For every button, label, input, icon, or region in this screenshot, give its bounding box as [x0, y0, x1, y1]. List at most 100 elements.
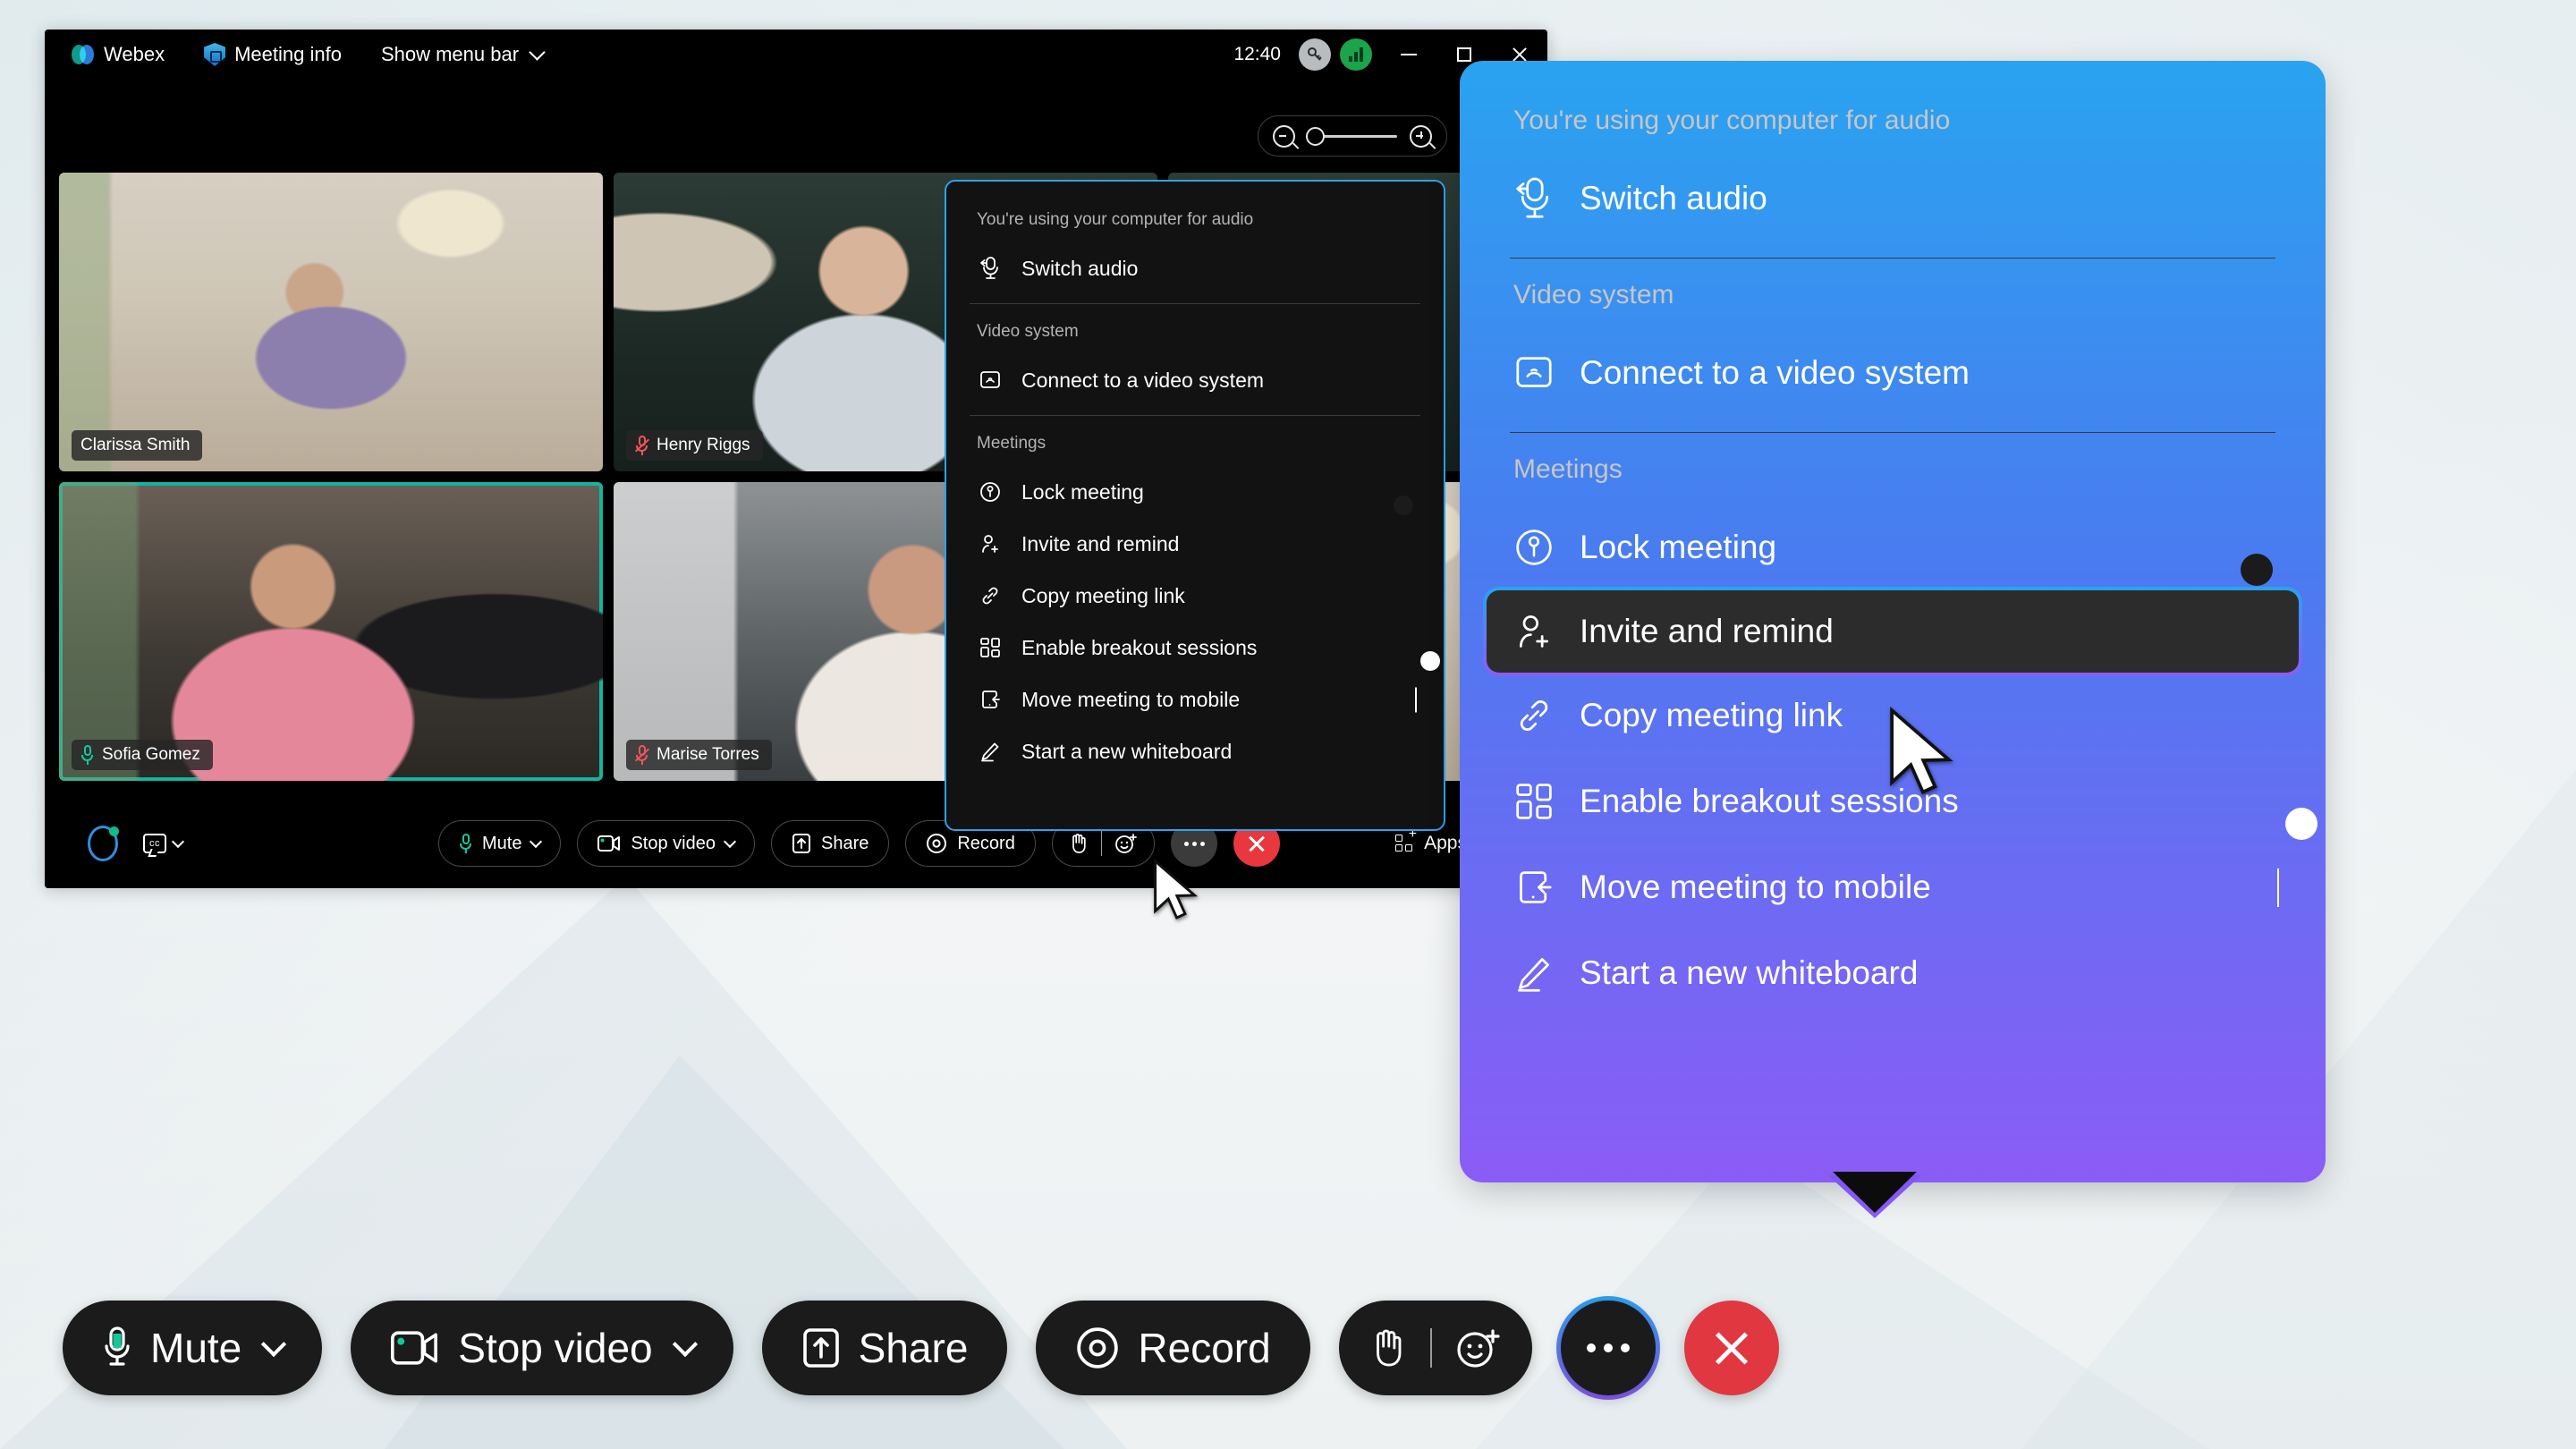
end-meeting-icon	[1247, 834, 1267, 853]
menu-item-copy-meeting-link[interactable]: Copy meeting link	[946, 570, 1444, 622]
raise-hand-icon[interactable]	[1369, 1326, 1407, 1370]
chevron-down-icon	[529, 44, 546, 61]
network-signal-icon[interactable]	[1340, 38, 1372, 71]
minimize-icon	[1401, 54, 1417, 55]
menu-item-lock-meeting[interactable]: Lock meeting	[946, 466, 1444, 518]
zoom-slider-thumb[interactable]	[1306, 126, 1325, 146]
zoom-slider[interactable]	[1306, 126, 1397, 146]
meetings-header: Meetings	[977, 434, 1046, 453]
closed-captions-button[interactable]: cc	[143, 834, 185, 853]
menu-item-invite-and-remind[interactable]: Invite and remind	[1483, 587, 2302, 676]
share-label: Share	[858, 1325, 969, 1371]
raise-hand-icon[interactable]	[1069, 833, 1089, 854]
reactions-group-large[interactable]	[1338, 1301, 1532, 1395]
participant-name-badge: Marise Torres	[626, 740, 772, 770]
webex-assistant-icon[interactable]	[88, 826, 119, 861]
mouse-cursor-small	[1154, 859, 1199, 920]
closed-captions-icon: cc	[143, 834, 166, 853]
pencil-whiteboard-icon	[977, 741, 1004, 762]
mute-label: Mute	[150, 1325, 242, 1371]
chevron-down-icon	[171, 835, 185, 849]
switch-audio-icon	[977, 257, 1004, 280]
share-screen-icon	[792, 834, 810, 853]
menu-item-label: Lock meeting	[1021, 479, 1144, 504]
apps-button[interactable]: Apps	[1395, 826, 1467, 854]
breakout-sessions-icon	[977, 637, 1004, 658]
link-icon	[1513, 696, 1555, 735]
chevron-down-icon[interactable]	[261, 1331, 287, 1358]
video-tile[interactable]: Sofia Gomez	[59, 482, 603, 781]
mute-button[interactable]: Mute	[438, 820, 562, 867]
microphone-icon	[80, 745, 94, 765]
invite-person-icon	[977, 533, 1004, 555]
divider	[1100, 831, 1103, 856]
zoom-in-icon[interactable]	[1410, 124, 1436, 150]
meeting-info-button[interactable]: Meeting info	[184, 37, 361, 72]
menu-item-connect-video-system[interactable]: Connect to a video system	[946, 354, 1444, 406]
menu-item-switch-audio[interactable]: Switch audio	[1463, 156, 2322, 242]
key-icon[interactable]	[1299, 38, 1331, 71]
record-icon	[927, 834, 947, 853]
menu-item-invite-and-remind[interactable]: Invite and remind	[946, 518, 1444, 570]
video-tile[interactable]: Clarissa Smith	[59, 173, 603, 471]
microphone-icon	[459, 834, 472, 853]
reactions-smiley-icon[interactable]	[1114, 833, 1138, 854]
menu-item-label: Lock meeting	[1580, 529, 1777, 565]
menu-item-move-meeting-to-mobile[interactable]: Move meeting to mobile	[946, 674, 1444, 725]
mobile-device-icon	[977, 689, 1004, 710]
more-options-menu-enlarged: You're using your computer for audio Swi…	[1460, 61, 2326, 1218]
chevron-down-icon[interactable]	[723, 835, 737, 849]
camera-icon	[391, 1331, 438, 1365]
more-options-button-large[interactable]	[1555, 1296, 1660, 1400]
switch-audio-icon	[1513, 177, 1555, 220]
callout-arrow	[1828, 1172, 1921, 1218]
stop-video-button-large[interactable]: Stop video	[351, 1301, 733, 1395]
show-menu-bar-label: Show menu bar	[380, 43, 520, 65]
menu-item-start-new-whiteboard[interactable]: Start a new whiteboard	[1463, 930, 2322, 1016]
chevron-right-icon	[2277, 869, 2279, 907]
menu-item-switch-audio[interactable]: Switch audio	[946, 242, 1444, 294]
menu-item-label: Connect to a video system	[1580, 354, 1970, 391]
camera-icon	[597, 835, 621, 852]
end-meeting-button-large[interactable]	[1683, 1301, 1779, 1395]
menu-item-label: Switch audio	[1021, 256, 1139, 280]
chevron-down-icon[interactable]	[530, 835, 543, 849]
zoom-out-icon[interactable]	[1273, 124, 1300, 150]
share-button-large[interactable]: Share	[761, 1301, 1008, 1395]
video-system-icon	[1513, 355, 1555, 391]
participant-name: Henry Riggs	[657, 436, 750, 454]
chevron-down-icon[interactable]	[672, 1331, 698, 1358]
more-options-menu-small: You're using your computer for audio Swi…	[945, 180, 1445, 831]
menu-item-label: Start a new whiteboard	[1021, 739, 1233, 763]
menu-item-enable-breakout-sessions[interactable]: Enable breakout sessions	[946, 622, 1444, 674]
menu-item-label: Enable breakout sessions	[1021, 635, 1258, 659]
record-label: Record	[957, 833, 1015, 853]
menu-item-label: Start a new whiteboard	[1580, 954, 1919, 991]
share-button[interactable]: Share	[770, 820, 890, 867]
mobile-device-icon	[1513, 868, 1555, 907]
menu-item-move-meeting-to-mobile[interactable]: Move meeting to mobile	[1463, 844, 2322, 930]
zoom-slider-control[interactable]	[1258, 115, 1447, 157]
record-icon	[1077, 1327, 1119, 1368]
lock-meeting-icon	[977, 481, 1004, 503]
participant-name-badge: Henry Riggs	[626, 430, 763, 461]
menu-item-label: Copy meeting link	[1021, 583, 1185, 607]
record-button-large[interactable]: Record	[1036, 1301, 1310, 1395]
minimize-button[interactable]	[1381, 30, 1436, 80]
participant-name-badge: Sofia Gomez	[72, 740, 213, 770]
mute-button-large[interactable]: Mute	[63, 1301, 323, 1395]
invite-person-icon	[1513, 612, 1555, 651]
audio-status-label: You're using your computer for audio	[977, 210, 1254, 229]
menu-item-start-new-whiteboard[interactable]: Start a new whiteboard	[946, 725, 1444, 777]
webex-logo-icon	[72, 45, 95, 64]
clock: 12:40	[1233, 44, 1281, 64]
stop-video-button[interactable]: Stop video	[577, 820, 755, 867]
menu-item-lock-meeting[interactable]: Lock meeting	[1463, 504, 2322, 590]
enlarged-meeting-toolbar: Mute Stop video Share Record	[63, 1296, 1779, 1400]
menu-item-connect-video-system[interactable]: Connect to a video system	[1463, 330, 2322, 416]
more-options-icon	[1183, 841, 1205, 846]
participant-name: Clarissa Smith	[80, 436, 191, 454]
reactions-smiley-icon[interactable]	[1455, 1326, 1502, 1370]
stop-video-label: Stop video	[458, 1325, 653, 1371]
show-menu-bar-button[interactable]: Show menu bar	[361, 37, 563, 72]
